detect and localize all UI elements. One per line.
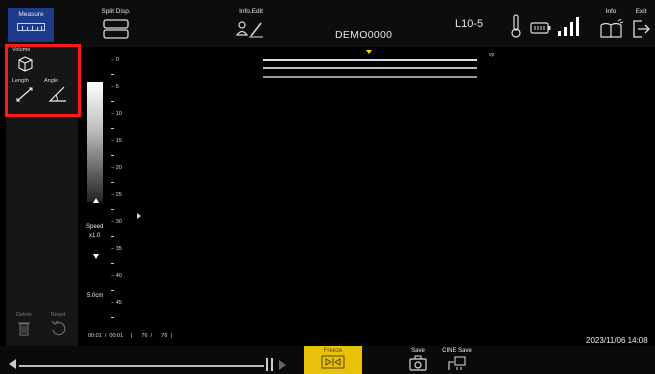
depth-tick-label: − 5 bbox=[111, 84, 119, 90]
reset-label: Reset bbox=[50, 312, 66, 318]
ruler-icon bbox=[17, 23, 45, 31]
grayscale-bar bbox=[87, 82, 103, 202]
scan-line bbox=[263, 59, 477, 61]
speed-down-arrow-icon[interactable] bbox=[93, 254, 99, 259]
info-edit-button[interactable]: Info.Edit bbox=[228, 8, 274, 46]
delete-button[interactable]: Delete bbox=[9, 312, 39, 342]
depth-tick-label: − 25 bbox=[111, 192, 122, 198]
info-button[interactable]: Info bbox=[594, 8, 628, 46]
signal-strength-icon bbox=[558, 17, 579, 36]
save-label: Save bbox=[411, 348, 425, 354]
undo-icon bbox=[51, 320, 66, 336]
depth-tick-label: − 35 bbox=[111, 246, 122, 252]
depth-minor-tick bbox=[111, 73, 114, 75]
split-display-label: Split Disp. bbox=[101, 8, 131, 15]
film-save-icon bbox=[448, 356, 466, 370]
split-display-button[interactable]: Split Disp. bbox=[93, 8, 139, 46]
reset-button[interactable]: Reset bbox=[43, 312, 73, 342]
speed-label: Speed bbox=[86, 224, 104, 230]
cine-prev-arrow-icon[interactable] bbox=[9, 359, 16, 369]
cine-save-button[interactable]: CINE Save bbox=[437, 346, 477, 374]
vp-label: vp bbox=[489, 52, 495, 58]
depth-minor-tick bbox=[111, 262, 114, 264]
speed-value: x1.0 bbox=[89, 233, 101, 239]
freeze-label: Freeze bbox=[323, 348, 343, 354]
scan-line bbox=[263, 67, 477, 69]
freeze-button[interactable]: Freeze bbox=[304, 346, 362, 374]
cine-frame-info: 00:01 / 00:01 | 76 / 76 | bbox=[88, 333, 172, 339]
depth-minor-tick bbox=[111, 289, 114, 291]
depth-tick-label: − 0 bbox=[111, 57, 119, 63]
depth-minor-tick bbox=[111, 154, 114, 156]
depth-minor-tick bbox=[111, 181, 114, 183]
depth-minor-tick bbox=[111, 127, 114, 129]
exit-button[interactable]: Exit bbox=[626, 8, 655, 46]
info-label: Info bbox=[605, 8, 617, 15]
depth-value: 5.0cm bbox=[87, 293, 104, 299]
focus-marker-icon bbox=[366, 50, 372, 54]
measure-tools-highlight bbox=[5, 44, 81, 117]
measure-label: Measure bbox=[18, 11, 44, 18]
trash-icon bbox=[18, 322, 30, 336]
cine-next-arrow-icon[interactable] bbox=[279, 360, 286, 370]
depth-tick-label: − 45 bbox=[111, 300, 122, 306]
depth-tick-label: − 40 bbox=[111, 273, 122, 279]
book-icon bbox=[600, 19, 624, 38]
depth-minor-tick bbox=[111, 235, 114, 237]
exit-label: Exit bbox=[635, 8, 647, 15]
cursor-marker-icon bbox=[137, 213, 141, 219]
thermometer-icon bbox=[511, 14, 521, 38]
depth-tick-label: − 10 bbox=[111, 111, 122, 117]
depth-tick-label: − 20 bbox=[111, 165, 122, 171]
depth-minor-tick bbox=[111, 208, 114, 210]
split-screen-icon bbox=[103, 19, 129, 39]
save-button[interactable]: Save bbox=[401, 346, 435, 374]
battery-icon bbox=[530, 22, 551, 34]
depth-minor-tick bbox=[111, 100, 114, 102]
edit-patient-icon bbox=[236, 21, 263, 38]
depth-tick-label: − 30 bbox=[111, 219, 122, 225]
cine-save-label: CINE Save bbox=[442, 348, 472, 354]
speed-up-arrow-icon[interactable] bbox=[93, 198, 99, 203]
date-time: 2023/11/06 14:08 bbox=[586, 336, 648, 345]
scan-line bbox=[263, 76, 477, 78]
patient-id: DEMO0000 bbox=[335, 29, 393, 41]
cine-slider-track[interactable] bbox=[19, 365, 264, 367]
exit-icon bbox=[633, 20, 650, 38]
depth-minor-tick bbox=[111, 316, 114, 318]
camera-icon bbox=[409, 355, 427, 371]
delete-label: Delete bbox=[16, 312, 32, 318]
cine-slider-handle[interactable] bbox=[266, 358, 273, 371]
depth-tick-label: − 15 bbox=[111, 138, 122, 144]
probe-name: L10-5 bbox=[455, 18, 484, 30]
info-edit-label: Info.Edit bbox=[239, 8, 263, 15]
measure-button[interactable]: Measure bbox=[8, 8, 54, 42]
freeze-icon bbox=[321, 355, 345, 369]
